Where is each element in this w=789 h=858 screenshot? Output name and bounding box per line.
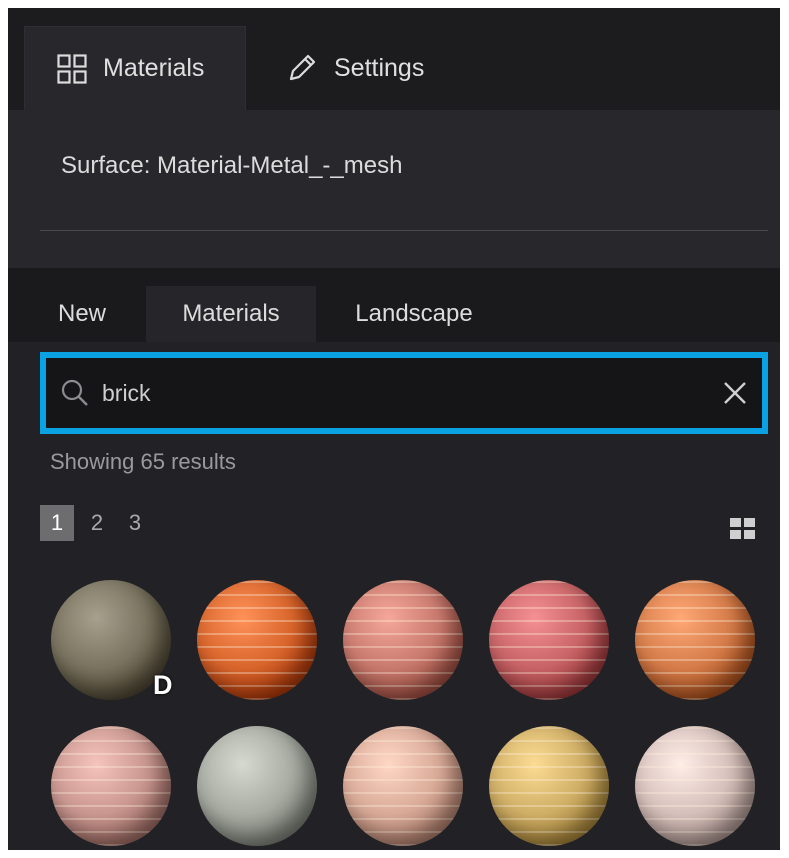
page-2[interactable]: 2 xyxy=(82,505,112,541)
material-sphere-brick-pale[interactable] xyxy=(635,726,755,846)
search-box xyxy=(40,352,768,434)
grid-view-icon[interactable] xyxy=(730,518,756,545)
tab-landscape[interactable]: Landscape xyxy=(334,286,494,342)
material-sphere-brick-orange[interactable] xyxy=(197,580,317,700)
surface-label: Surface: Material-Metal_-_mesh xyxy=(61,152,403,179)
search-input[interactable] xyxy=(102,370,662,416)
results-count: Showing 65 results xyxy=(50,449,236,474)
material-sphere-brick-pink[interactable] xyxy=(51,726,171,846)
search-icon xyxy=(60,378,90,413)
close-icon[interactable] xyxy=(718,376,752,410)
page-3[interactable]: 3 xyxy=(120,505,150,541)
pencil-icon xyxy=(286,52,318,84)
tab-settings-label: Settings xyxy=(334,53,425,82)
material-sphere-brick-peach[interactable] xyxy=(343,726,463,846)
tab-settings[interactable]: Settings xyxy=(286,26,486,110)
materials-panel: Materials Settings Surface: Material-Met… xyxy=(8,8,780,850)
material-sphere-brick-rose[interactable] xyxy=(343,580,463,700)
pagination: 1 2 3 xyxy=(40,505,158,541)
materials-tab-body: Showing 65 results 1 2 3 D xyxy=(8,342,780,850)
material-sphere-brick-yellow[interactable] xyxy=(489,726,609,846)
divider xyxy=(40,230,768,231)
material-browser: New Materials Landscape brick Showing 65… xyxy=(8,268,780,850)
grid-icon xyxy=(57,53,87,84)
material-sphere-brick-red[interactable] xyxy=(489,580,609,700)
material-sphere-brick-tan-orange[interactable] xyxy=(635,580,755,700)
tab-materials[interactable]: Materials xyxy=(24,26,246,110)
material-badge: D xyxy=(153,670,173,700)
surface-section: Surface: Material-Metal_-_mesh xyxy=(8,110,780,268)
tab-materials-library[interactable]: Materials xyxy=(146,286,316,342)
sub-tab-bar: New Materials Landscape xyxy=(8,268,780,342)
material-sphere-stone-grey[interactable] xyxy=(197,726,317,846)
tab-new[interactable]: New xyxy=(40,286,124,342)
page-1[interactable]: 1 xyxy=(40,505,74,541)
tab-materials-label: Materials xyxy=(103,54,205,82)
top-tab-bar: Materials Settings xyxy=(8,8,780,110)
